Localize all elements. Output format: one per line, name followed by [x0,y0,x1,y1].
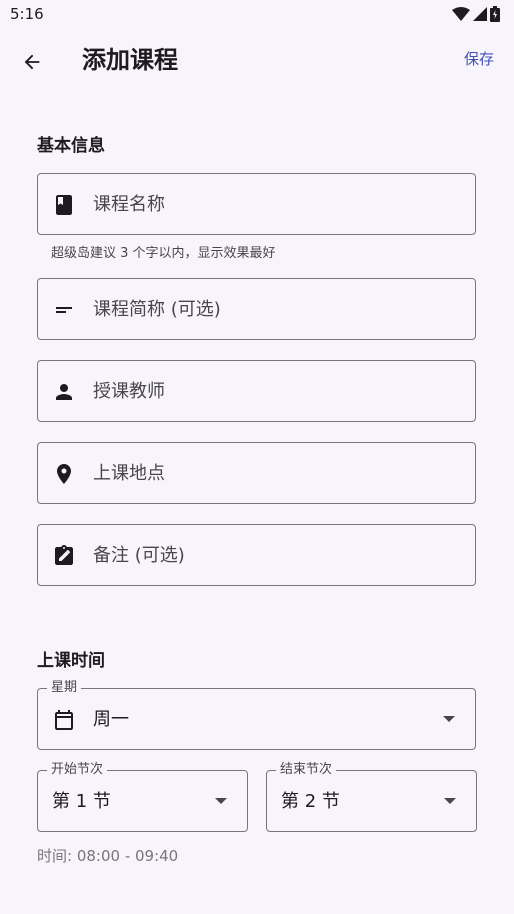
signal-icon [473,7,487,21]
course-name-field[interactable]: 课程名称 [37,173,476,235]
end-period-value: 第 2 节 [281,791,340,812]
location-field[interactable]: 上课地点 [37,442,476,504]
location-placeholder: 上课地点 [93,463,165,484]
person-icon [56,384,72,400]
page-title: 添加课程 [82,46,178,74]
dropdown-arrow-icon [215,798,227,804]
status-icons [452,6,500,22]
start-period-dropdown[interactable]: 开始节次 第 1 节 [37,761,248,832]
end-period-label: 结束节次 [276,761,337,779]
weekday-value: 周一 [93,709,129,730]
course-name-placeholder: 课程名称 [93,194,165,215]
weekday-dropdown[interactable]: 星期 周一 [37,679,476,750]
calendar-icon [55,710,73,730]
weekday-label: 星期 [47,679,82,697]
section-title-basic-info: 基本信息 [37,136,105,156]
dropdown-arrow-icon [444,798,456,804]
note-field[interactable]: 备注 (可选) [37,524,476,586]
start-period-value: 第 1 节 [52,791,111,812]
edit-clipboard-icon [55,545,73,565]
top-app-bar: 添加课程 保存 [0,28,514,92]
teacher-placeholder: 授课教师 [93,381,165,402]
teacher-field[interactable]: 授课教师 [37,360,476,422]
dropdown-arrow-icon [443,716,455,722]
save-button[interactable]: 保存 [464,48,494,70]
book-icon [56,195,72,215]
section-title-schedule: 上课时间 [37,651,105,671]
short-text-icon [56,307,72,313]
status-time: 5:16 [10,5,44,23]
course-name-helper-text: 超级岛建议 3 个字以内，显示效果最好 [51,246,276,261]
status-bar: 5:16 [0,0,514,28]
note-placeholder: 备注 (可选) [93,545,185,566]
battery-icon [490,6,500,22]
location-pin-icon [57,464,71,484]
back-button[interactable] [14,44,50,80]
end-period-dropdown[interactable]: 结束节次 第 2 节 [266,761,477,832]
course-short-name-field[interactable]: 课程简称 (可选) [37,278,476,340]
start-period-label: 开始节次 [47,761,108,779]
class-time-text: 时间: 08:00 - 09:40 [37,847,179,865]
wifi-icon [452,7,470,21]
course-short-name-placeholder: 课程简称 (可选) [93,299,221,320]
arrow-back-icon [24,54,40,70]
